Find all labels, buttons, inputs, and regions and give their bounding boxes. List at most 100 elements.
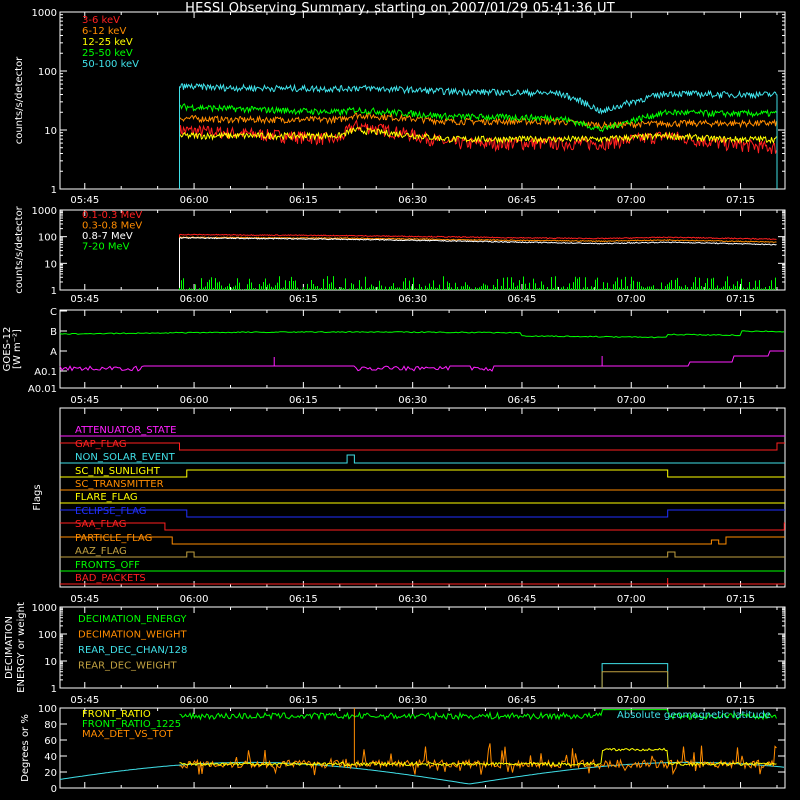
series-25-50 keV bbox=[179, 103, 777, 133]
flag-label-SC_TRANSMITTER: SC_TRANSMITTER bbox=[75, 479, 164, 490]
y-tick-label: 1000 bbox=[32, 8, 57, 19]
x-tick-label: 05:45 bbox=[70, 395, 99, 406]
panel-4-ylabel: Flags bbox=[32, 484, 43, 510]
y-tick-label: B bbox=[50, 327, 57, 338]
flag-label-FLARE_FLAG: FLARE_FLAG bbox=[75, 492, 138, 503]
flag-line-SAA_FLAG bbox=[60, 522, 785, 531]
x-tick-label: 05:45 bbox=[70, 195, 99, 206]
x-tick-label: 06:15 bbox=[289, 294, 318, 305]
y-tick-label: 10 bbox=[44, 657, 57, 668]
flag-label-FRONTS_OFF: FRONTS_OFF bbox=[75, 560, 140, 571]
flag-line-GAP_FLAG bbox=[60, 442, 785, 451]
panel-2-frame bbox=[59, 209, 786, 291]
max-det-series bbox=[179, 743, 777, 776]
x-tick-label: 06:30 bbox=[398, 294, 427, 305]
x-tick-label: 06:30 bbox=[398, 195, 427, 206]
panel-1-frame bbox=[59, 11, 786, 190]
goes-long-series bbox=[59, 330, 785, 339]
x-tick-label: 06:00 bbox=[180, 195, 209, 206]
x-tick-label: 07:00 bbox=[617, 195, 646, 206]
panel-6-ylabel: Degrees or % bbox=[20, 714, 31, 782]
x-tick-label: 07:15 bbox=[726, 195, 755, 206]
y-tick-label: 1000 bbox=[32, 603, 57, 614]
series-7-20 MeV bbox=[178, 276, 776, 290]
panel-1-ylabel: counts/s/detector bbox=[14, 56, 25, 144]
x-tick-label: 06:15 bbox=[289, 395, 318, 406]
legend-12-25 keV: 12-25 keV bbox=[82, 37, 133, 48]
y-tick-label: A0.01 bbox=[28, 384, 57, 395]
x-tick-label: 07:15 bbox=[726, 294, 755, 305]
legend-25-50 keV: 25-50 keV bbox=[82, 48, 133, 59]
x-tick-label: 06:30 bbox=[398, 395, 427, 406]
x-tick-label: 06:15 bbox=[289, 195, 318, 206]
y-tick-label: 20 bbox=[44, 768, 57, 779]
x-tick-label: 06:15 bbox=[289, 695, 318, 706]
flag-line-ECLIPSE_FLAG bbox=[60, 509, 785, 518]
x-tick-label: 07:15 bbox=[726, 594, 755, 605]
y-tick-label: 100 bbox=[38, 233, 57, 244]
y-tick-label: 10 bbox=[44, 259, 57, 270]
x-tick-label: 06:30 bbox=[398, 695, 427, 706]
panel-5-ylabel: DECIMATION bbox=[4, 616, 15, 679]
x-tick-label: 06:00 bbox=[180, 395, 209, 406]
y-tick-label: 1000 bbox=[32, 206, 57, 217]
rear-dec-chan-series bbox=[601, 663, 669, 688]
series-6-12 keV bbox=[179, 112, 777, 130]
flag-label-GAP_FLAG: GAP_FLAG bbox=[75, 439, 127, 450]
latitude-series bbox=[59, 761, 785, 785]
x-tick-label: 07:15 bbox=[726, 395, 755, 406]
x-tick-label: 05:45 bbox=[70, 294, 99, 305]
x-tick-label: 05:45 bbox=[70, 594, 99, 605]
flag-label-ECLIPSE_FLAG: ECLIPSE_FLAG bbox=[75, 506, 146, 517]
x-tick-label: 06:00 bbox=[180, 294, 209, 305]
panel-2-ylabel: counts/s/detector bbox=[14, 205, 25, 293]
y-tick-label: 80 bbox=[44, 720, 57, 731]
y-tick-label: 40 bbox=[44, 752, 57, 763]
flag-label-SAA_FLAG: SAA_FLAG bbox=[75, 519, 126, 530]
flag-label-PARTICLE_FLAG: PARTICLE_FLAG bbox=[75, 533, 152, 544]
legend-MAX_DET_VS_TOT: MAX_DET_VS_TOT bbox=[82, 729, 174, 740]
panel-5-ylabel-2: ENERGY or weight bbox=[16, 602, 27, 693]
panel-3-yunit: [W m⁻²] bbox=[12, 329, 23, 369]
y-tick-label: 100 bbox=[38, 630, 57, 641]
y-tick-label: 0 bbox=[51, 784, 57, 795]
flag-label-SC_IN_SUNLIGHT: SC_IN_SUNLIGHT bbox=[75, 466, 161, 477]
x-tick-label: 06:45 bbox=[508, 294, 537, 305]
legend-50-100 keV: 50-100 keV bbox=[82, 59, 139, 70]
y-tick-label: A0.1 bbox=[34, 367, 57, 378]
x-tick-label: 06:45 bbox=[508, 594, 537, 605]
x-tick-label: 05:45 bbox=[70, 695, 99, 706]
series-0.8-7 MeV bbox=[179, 236, 777, 246]
legend-DECIMATION_WEIGHT: DECIMATION_WEIGHT bbox=[78, 630, 187, 641]
legend-0.3-0.8 MeV: 0.3-0.8 MeV bbox=[82, 221, 142, 232]
x-tick-label: 06:45 bbox=[508, 695, 537, 706]
x-tick-label: 07:00 bbox=[617, 395, 646, 406]
y-tick-label: 1 bbox=[51, 286, 57, 297]
flag-line-BAD_PACKETS bbox=[60, 578, 785, 585]
legend-Absolute geomagnetic latitude: Absolute geomagnetic latitude bbox=[617, 710, 771, 721]
y-tick-label: 1 bbox=[51, 185, 57, 196]
flag-label-ATTENUATOR_STATE: ATTENUATOR_STATE bbox=[75, 425, 176, 436]
y-tick-label: 10 bbox=[44, 126, 57, 137]
panel-3-frame bbox=[59, 309, 786, 389]
flag-line-SC_IN_SUNLIGHT bbox=[60, 469, 785, 478]
rear-dec-weight-series bbox=[601, 671, 669, 688]
x-tick-label: 07:00 bbox=[617, 695, 646, 706]
y-tick-label: 60 bbox=[44, 736, 57, 747]
legend-0.1-0.3 MeV: 0.1-0.3 MeV bbox=[82, 210, 142, 221]
y-tick-label: C bbox=[50, 307, 57, 318]
x-tick-label: 06:45 bbox=[508, 395, 537, 406]
flag-label-BAD_PACKETS: BAD_PACKETS bbox=[75, 573, 146, 584]
legend-REAR_DEC_CHAN/128: REAR_DEC_CHAN/128 bbox=[78, 645, 187, 656]
flag-label-NON_SOLAR_EVENT: NON_SOLAR_EVENT bbox=[75, 452, 176, 463]
goes-short-series bbox=[59, 350, 784, 372]
x-tick-label: 07:00 bbox=[617, 294, 646, 305]
flag-line-AAZ_FLAG bbox=[60, 551, 785, 558]
y-tick-label: A bbox=[50, 347, 57, 358]
x-tick-label: 06:30 bbox=[398, 594, 427, 605]
legend-6-12 keV: 6-12 keV bbox=[82, 26, 126, 37]
x-tick-label: 06:45 bbox=[508, 195, 537, 206]
y-tick-label: 1 bbox=[51, 684, 57, 695]
x-tick-label: 06:15 bbox=[289, 594, 318, 605]
x-tick-label: 06:00 bbox=[180, 594, 209, 605]
